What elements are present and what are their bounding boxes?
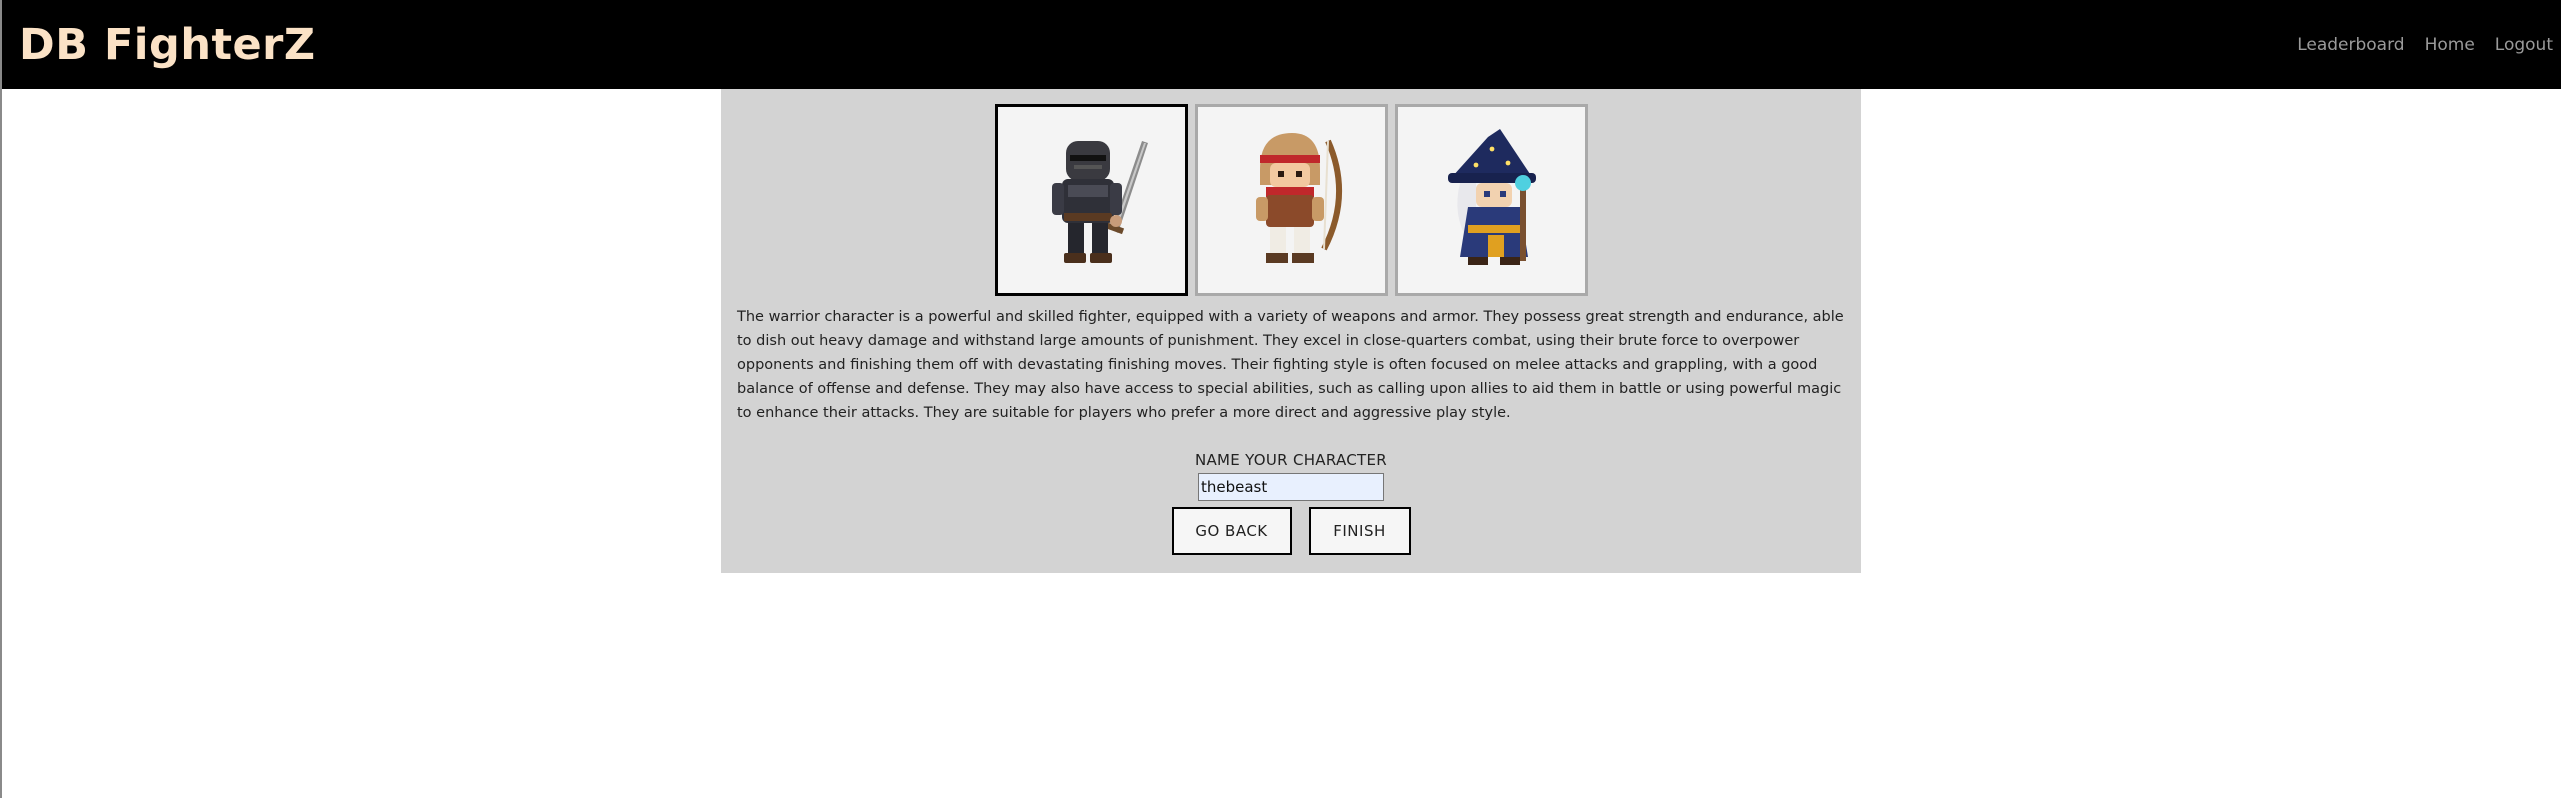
nav-links: Leaderboard Home Logout xyxy=(2297,33,2553,57)
navbar: DB FighterZ Leaderboard Home Logout xyxy=(2,0,2561,89)
warrior-sprite-icon xyxy=(1051,141,1148,263)
character-description: The warrior character is a powerful and … xyxy=(737,309,1844,421)
archer-sprite-icon xyxy=(1255,133,1342,263)
character-name-input[interactable] xyxy=(1198,473,1384,501)
finish-button[interactable]: FINISH xyxy=(1308,507,1411,555)
go-back-button[interactable]: GO BACK xyxy=(1171,507,1292,555)
wizard-sprite-icon xyxy=(1447,129,1536,265)
nav-link-home[interactable]: Home xyxy=(2425,33,2475,57)
nav-link-leaderboard[interactable]: Leaderboard xyxy=(2297,33,2404,57)
nav-link-logout[interactable]: Logout xyxy=(2495,33,2553,57)
character-card-warrior[interactable] xyxy=(995,104,1188,296)
name-form: NAME YOUR CHARACTER GO BACK FINISH xyxy=(721,450,1861,555)
brand-logo[interactable]: DB FighterZ xyxy=(19,20,316,70)
page-frame: DB FighterZ Leaderboard Home Logout The … xyxy=(0,0,2561,798)
character-creation-panel: The warrior character is a powerful and … xyxy=(721,89,1861,573)
character-selector xyxy=(995,104,1588,296)
form-buttons: GO BACK FINISH xyxy=(1171,507,1411,555)
name-label: NAME YOUR CHARACTER xyxy=(1194,451,1388,469)
character-card-archer[interactable] xyxy=(1195,104,1388,296)
character-card-wizard[interactable] xyxy=(1395,104,1588,296)
